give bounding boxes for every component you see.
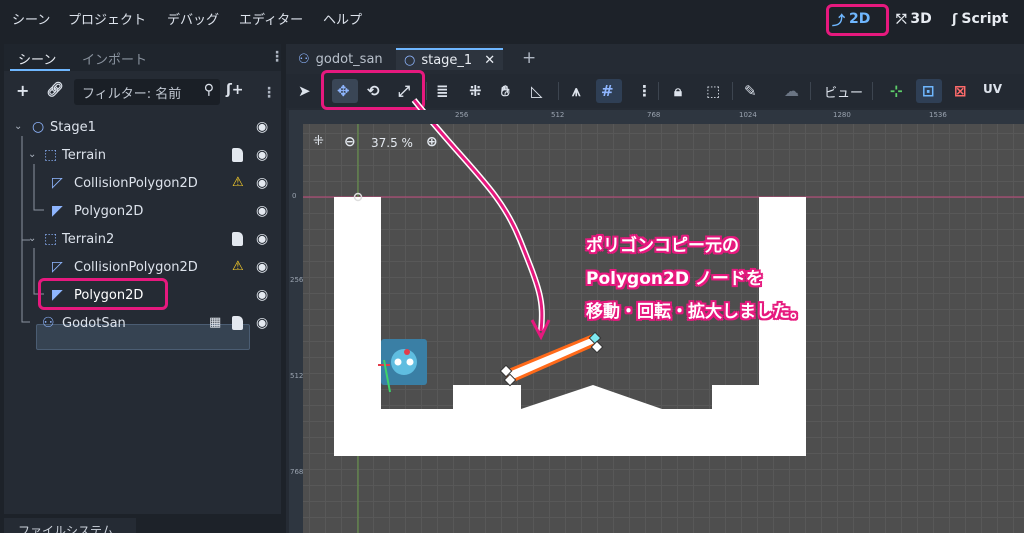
ruler-tick: 768 [647,111,661,119]
godot-eye [394,358,402,366]
zoom-in-icon[interactable]: ⊕ [426,134,438,150]
callout-line-3: 移動・回転・拡大しました。 [586,302,807,322]
zoom-level[interactable]: 37.5 % [371,136,413,150]
ruler-tick: 1280 [833,111,851,119]
callout-line-2: Polygon2D ノードを [586,269,763,289]
moved-polygon2d[interactable] [502,334,599,384]
callout-line-1: ポリゴンコピー元の [586,236,739,256]
ruler-tick: 1024 [739,111,757,119]
ruler-tick: 512 [290,372,304,380]
vertical-ruler: 0 256 512 768 [289,110,303,533]
ruler-tick: 256 [290,276,304,284]
ruler-tick: 512 [551,111,565,119]
godot-eye [406,358,414,366]
zoom-out-icon[interactable]: ⊖ [344,134,356,150]
ruler-tick: 1536 [929,111,947,119]
center-view-icon[interactable]: ⁜ [313,134,324,149]
ruler-tick: 768 [290,468,304,476]
canvas-drawing [303,98,1024,533]
horizontal-ruler: 256 512 768 1024 1280 1536 [289,110,1024,124]
godot-heart [404,349,410,355]
ruler-tick: 0 [292,192,297,200]
ruler-tick: 256 [455,111,469,119]
